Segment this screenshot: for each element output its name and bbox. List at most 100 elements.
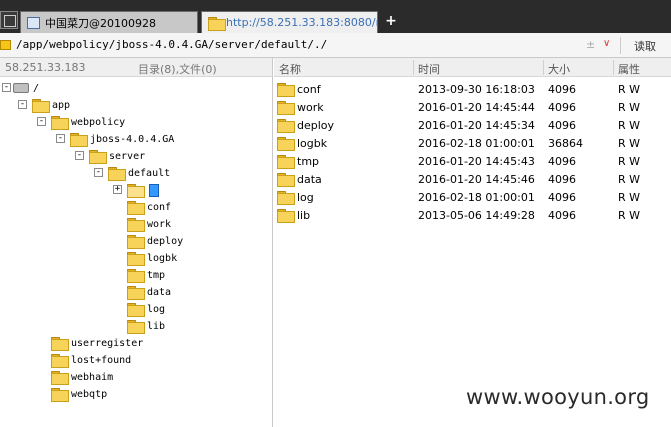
folder-icon <box>51 354 69 368</box>
plus-minus-icon[interactable]: ± <box>586 38 595 51</box>
tree-node-label: webqtp <box>71 388 108 400</box>
tree-node[interactable]: log <box>127 301 165 317</box>
file-name: work <box>297 101 324 114</box>
file-row[interactable]: deploy 2016-01-20 14:45:34 4096 R W <box>274 116 671 134</box>
folder-icon <box>127 320 145 334</box>
tree-node-label: lib <box>147 320 166 332</box>
tree-node[interactable]: webpolicy <box>51 114 125 130</box>
collapse-toggle[interactable]: - <box>56 134 65 143</box>
divider <box>613 60 614 75</box>
tree-node[interactable]: webqtp <box>51 386 107 402</box>
directory-tree-pane: 58.251.33.183 目录(8),文件(0) - / - app - webpoli… <box>0 58 273 427</box>
file-row[interactable]: tmp 2016-01-20 14:45:43 4096 R W <box>274 152 671 170</box>
tree-node[interactable]: server <box>89 148 145 164</box>
file-time: 2016-02-18 01:00:01 <box>418 137 535 150</box>
folder-icon <box>277 101 295 115</box>
file-row[interactable]: log 2016-02-18 01:00:01 4096 R W <box>274 188 671 206</box>
divider <box>620 37 621 54</box>
tree-node[interactable]: jboss-4.0.4.GA <box>70 131 174 147</box>
file-size: 4096 <box>548 173 576 186</box>
collapse-toggle[interactable]: - <box>18 100 27 109</box>
file-name: log <box>297 191 314 204</box>
folder-icon <box>51 388 69 402</box>
file-size: 4096 <box>548 101 576 114</box>
tree-node[interactable]: tmp <box>127 267 165 283</box>
tree-node[interactable]: webhaim <box>51 369 113 385</box>
tree-node[interactable]: conf <box>127 199 171 215</box>
tree-node-label: lost+found <box>71 354 132 366</box>
file-row[interactable]: work 2016-01-20 14:45:44 4096 R W <box>274 98 671 116</box>
window-icon <box>27 16 40 29</box>
tab-file-manager[interactable]: http://58.251.33.183:8080/m... <box>201 11 378 33</box>
tree-node[interactable]: data <box>127 284 171 300</box>
tree-node-label: webpolicy <box>71 116 126 128</box>
divider <box>543 60 544 75</box>
tree-node-label: webhaim <box>71 371 114 383</box>
collapse-toggle[interactable]: - <box>2 83 11 92</box>
collapse-toggle[interactable]: - <box>94 168 103 177</box>
tree-node-label: userregister <box>71 337 144 349</box>
tree-node[interactable]: / <box>13 80 39 96</box>
path-input[interactable]: /app/webpolicy/jboss-4.0.4.GA/server/def… <box>16 38 327 51</box>
tree-node[interactable] <box>127 182 159 198</box>
file-name: logbk <box>297 137 328 150</box>
folder-icon <box>277 83 295 97</box>
chevron-down-icon[interactable]: ∨ <box>603 38 610 49</box>
file-attr: R W <box>618 119 641 132</box>
tree-node-label: / <box>33 82 40 94</box>
file-attr: R W <box>618 155 641 168</box>
selected-node-highlight <box>149 183 159 197</box>
file-time: 2016-01-20 14:45:43 <box>418 155 535 168</box>
tree-node[interactable]: logbk <box>127 250 177 266</box>
folder-icon <box>277 191 295 205</box>
tree-node[interactable]: work <box>127 216 171 232</box>
file-name: deploy <box>297 119 335 132</box>
folder-icon <box>277 209 295 223</box>
folder-icon <box>51 371 69 385</box>
folder-icon <box>0 40 11 50</box>
tab-caidao[interactable]: 中国菜刀@20100928 <box>20 11 198 33</box>
folder-icon <box>70 133 88 147</box>
tree-node[interactable]: lost+found <box>51 352 131 368</box>
file-attr: R W <box>618 101 641 114</box>
collapse-toggle[interactable]: - <box>75 151 84 160</box>
tree-node-label: server <box>109 150 146 162</box>
file-name: data <box>297 173 322 186</box>
tree-node[interactable]: deploy <box>127 233 183 249</box>
folder-icon <box>127 286 145 300</box>
window-icon[interactable] <box>0 11 18 29</box>
file-attr: R W <box>618 137 641 150</box>
tab-bar: 中国菜刀@20100928 http://58.251.33.183:8080/… <box>0 0 671 33</box>
tab-label: 中国菜刀@20100928 <box>45 16 156 30</box>
folder-icon <box>51 116 69 130</box>
file-attr: R W <box>618 191 641 204</box>
column-time[interactable]: 时间 <box>418 61 440 77</box>
tree-node[interactable]: lib <box>127 318 165 334</box>
tree-node[interactable]: default <box>108 165 170 181</box>
tree-node-label: tmp <box>147 269 166 281</box>
file-row[interactable]: logbk 2016-02-18 01:00:01 36864 R W <box>274 134 671 152</box>
file-row[interactable]: lib 2013-05-06 14:49:28 4096 R W <box>274 206 671 224</box>
folder-icon <box>108 167 126 181</box>
add-tab-icon[interactable]: + <box>384 11 398 31</box>
file-time: 2016-01-20 14:45:44 <box>418 101 535 114</box>
tree-node[interactable]: userregister <box>51 335 143 351</box>
divider <box>413 60 414 75</box>
file-row[interactable]: data 2016-01-20 14:45:46 4096 R W <box>274 170 671 188</box>
folder-icon <box>89 150 107 164</box>
file-attr: R W <box>618 173 641 186</box>
file-list-pane: 名称 时间 大小 属性 conf 2013-09-30 16:18:03 4096 R… <box>274 58 671 427</box>
folder-icon <box>51 337 69 351</box>
tree-node[interactable]: app <box>32 97 70 113</box>
file-row[interactable]: conf 2013-09-30 16:18:03 4096 R W <box>274 80 671 98</box>
column-name[interactable]: 名称 <box>279 61 301 77</box>
expand-toggle[interactable]: + <box>113 185 122 194</box>
tree-node-label: data <box>147 286 172 298</box>
column-size[interactable]: 大小 <box>548 61 570 77</box>
tree-node-label: deploy <box>147 235 184 247</box>
collapse-toggle[interactable]: - <box>37 117 46 126</box>
read-button[interactable]: 读取 <box>634 38 656 54</box>
folder-icon <box>277 119 295 133</box>
folder-icon <box>277 173 295 187</box>
column-attr[interactable]: 属性 <box>618 61 640 77</box>
